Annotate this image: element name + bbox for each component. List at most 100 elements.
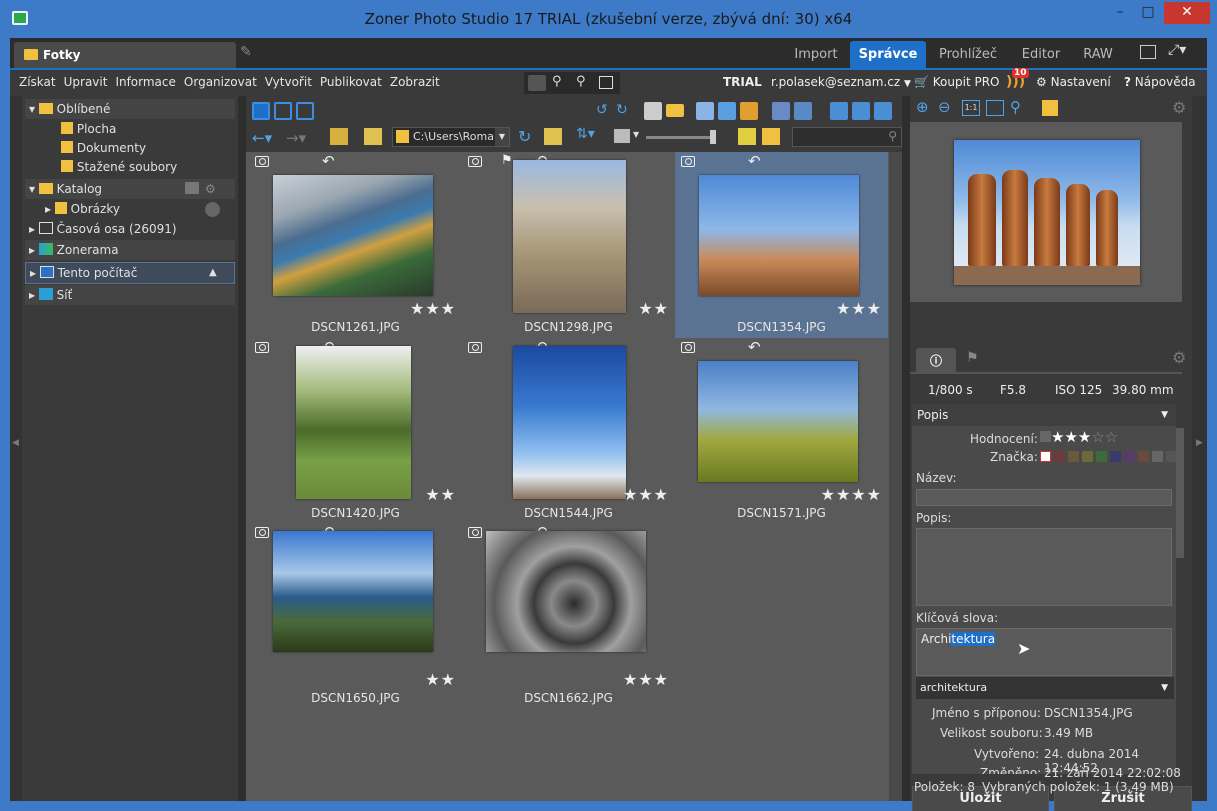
desc-field[interactable]: [916, 528, 1172, 606]
menu-zobrazit[interactable]: Zobrazit: [390, 75, 440, 89]
name-field[interactable]: [916, 489, 1172, 506]
search-input[interactable]: ⚲: [792, 127, 902, 147]
layout-vertical-icon[interactable]: [296, 102, 314, 120]
popis-section-header[interactable]: Popis ▼: [912, 404, 1176, 426]
rotate-left-icon[interactable]: ↺: [596, 102, 614, 120]
sort-arrows-icon[interactable]: ▲: [209, 263, 217, 283]
raw-jpg-icon[interactable]: [738, 128, 756, 145]
mark-blue[interactable]: [1110, 451, 1121, 462]
maximize-button[interactable]: □: [1134, 2, 1162, 24]
keywords-field[interactable]: Architektura ➤: [916, 628, 1172, 676]
share-icon[interactable]: [874, 102, 892, 120]
edit-icon[interactable]: [772, 102, 790, 120]
back-button[interactable]: ←▾: [252, 129, 272, 147]
settings-button[interactable]: ⚙ Nastavení: [1036, 75, 1111, 89]
rotate-icon[interactable]: ↶: [748, 338, 761, 356]
rating-stars[interactable]: ★★: [638, 299, 669, 318]
export-icon[interactable]: [852, 102, 870, 120]
photo-thumbnail[interactable]: [273, 531, 433, 652]
mark-brown[interactable]: [1138, 451, 1149, 462]
tag-icon[interactable]: ⚑: [966, 350, 979, 366]
tree-sit[interactable]: ▸ Síť: [25, 285, 235, 305]
info-scrollbar[interactable]: [1176, 428, 1184, 558]
photo-cell[interactable]: ↶ ★★★ DSCN1261.JPG: [249, 152, 462, 338]
menu-vytvorit[interactable]: Vytvořit: [265, 75, 312, 89]
rotate-icon[interactable]: ↶: [322, 152, 335, 170]
copy-icon[interactable]: [718, 102, 736, 120]
account-dropdown[interactable]: r.polasek@seznam.cz ▼: [771, 75, 911, 89]
search-icon[interactable]: ⚲: [552, 74, 562, 89]
grid-scrollbar[interactable]: [889, 152, 902, 801]
package-icon[interactable]: [740, 102, 758, 120]
rating-stars[interactable]: ★★★: [623, 485, 669, 504]
keyword-suggestion[interactable]: architektura ▼: [916, 677, 1174, 699]
tree-stazene[interactable]: Stažené soubory: [61, 157, 177, 177]
menu-upravit[interactable]: Upravit: [64, 75, 108, 89]
photo-cell[interactable]: ↶★★★DSCN1662.JPG: [462, 523, 675, 709]
panel-collapse-left[interactable]: [10, 96, 22, 801]
add-folder-icon[interactable]: [185, 182, 199, 194]
sort-icon[interactable]: ⇅▾: [576, 126, 595, 142]
gear-icon[interactable]: ⚙: [1172, 348, 1186, 367]
tree-obrazky[interactable]: ▸ Obrázky: [45, 199, 120, 219]
chevron-down-icon[interactable]: ▼: [495, 128, 509, 146]
thumbnail-size-slider[interactable]: [646, 136, 714, 139]
minimize-button[interactable]: –: [1106, 2, 1134, 24]
help-button[interactable]: ? Nápověda: [1124, 75, 1196, 89]
tab-spravce[interactable]: Správce: [850, 41, 926, 69]
folder-icon[interactable]: [364, 128, 382, 145]
refresh-icon[interactable]: ↻: [518, 127, 531, 146]
photo-cell[interactable]: ↶★★DSCN1650.JPG: [249, 523, 462, 709]
photo-thumbnail[interactable]: [698, 361, 858, 482]
photo-cell[interactable]: ↶ ★★★ DSCN1354.JPG: [675, 152, 888, 338]
rating-stars[interactable]: ★★★: [836, 299, 882, 318]
layout-icon[interactable]: [599, 76, 613, 89]
rotate-right-icon[interactable]: ↻: [616, 102, 634, 120]
rating-stars[interactable]: ★★: [425, 485, 456, 504]
layout-horizontal-icon[interactable]: [274, 102, 292, 120]
thumbnail-view-icon[interactable]: [614, 129, 630, 143]
photo-cell[interactable]: ↶★★★DSCN1544.JPG: [462, 338, 675, 524]
folder-icon[interactable]: [762, 128, 780, 145]
menu-organizovat[interactable]: Organizovat: [184, 75, 257, 89]
batch-icon[interactable]: [794, 102, 812, 120]
photo-cell[interactable]: ↶ ★★★★ DSCN1571.JPG: [675, 338, 888, 524]
slider-handle[interactable]: [710, 130, 716, 144]
tree-plocha[interactable]: Plocha: [61, 119, 116, 139]
chevron-down-icon[interactable]: ▼: [633, 130, 639, 139]
photo-thumbnail[interactable]: [486, 531, 646, 652]
tab-editor[interactable]: Editor: [1014, 41, 1068, 69]
rating-stars[interactable]: ★★★: [410, 299, 456, 318]
menu-ziskat[interactable]: Získat: [19, 75, 56, 89]
tree-casova-osa[interactable]: ▸ Časová osa (26091): [29, 219, 177, 239]
buy-pro-button[interactable]: 🛒 Koupit PRO: [914, 75, 1000, 89]
photo-cell[interactable]: ↶★★DSCN1420.JPG: [249, 338, 462, 524]
tree-tento-pocitac[interactable]: ▸ Tento počítač ▲: [25, 262, 235, 284]
zoom-in-icon[interactable]: ⊕: [916, 98, 929, 116]
zoom-out-icon[interactable]: ⊖: [938, 98, 951, 116]
mark-red[interactable]: [1054, 451, 1065, 462]
mark-none[interactable]: [1040, 451, 1051, 462]
mark-purple[interactable]: [1124, 451, 1135, 462]
map-icon[interactable]: ⚲: [576, 74, 586, 89]
photo-thumbnail[interactable]: [699, 175, 859, 296]
new-tab-icon[interactable]: ✎: [240, 44, 260, 64]
favorite-folder-icon[interactable]: [544, 128, 562, 145]
menu-informace[interactable]: Informace: [115, 75, 175, 89]
email-icon[interactable]: [666, 104, 684, 117]
photo-cell[interactable]: ↶★★DSCN1298.JPG: [462, 152, 675, 338]
fullscreen-icon[interactable]: ⤢▾: [1168, 42, 1186, 58]
close-button[interactable]: ✕: [1164, 2, 1210, 24]
tree-dokumenty[interactable]: Dokumenty: [61, 138, 146, 158]
zoom-custom-icon[interactable]: ⚲: [1010, 98, 1021, 116]
path-input[interactable]: C:\Users\Roma ▼: [392, 127, 510, 147]
rating-stars[interactable]: ★★★: [623, 670, 669, 689]
photo-thumbnail[interactable]: [513, 346, 626, 499]
menu-publikovat[interactable]: Publikovat: [320, 75, 382, 89]
rating-control[interactable]: ★★★☆☆: [1040, 428, 1118, 446]
gear-icon[interactable]: ⚙: [1172, 98, 1186, 117]
resize-icon[interactable]: [830, 102, 848, 120]
forward-button[interactable]: →▾: [286, 129, 306, 147]
print-icon[interactable]: [644, 102, 662, 120]
rotate-icon[interactable]: ↶: [748, 152, 761, 170]
